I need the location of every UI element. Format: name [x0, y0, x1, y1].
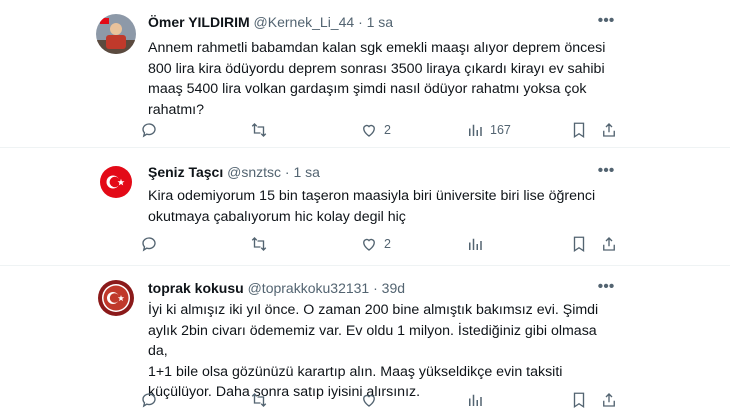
- retweet-icon: [251, 393, 267, 407]
- timestamp[interactable]: 39d: [382, 280, 405, 296]
- tweet-text: Kira odemiyorum 15 bin taşeron maasiyla …: [148, 186, 608, 227]
- bookmark-button[interactable]: [570, 120, 588, 140]
- retweet-button[interactable]: [250, 234, 274, 254]
- author-name[interactable]: toprak kokusu: [148, 280, 244, 296]
- views-count: 167: [490, 123, 511, 137]
- views-button[interactable]: [466, 390, 490, 410]
- like-button[interactable]: 2: [360, 120, 391, 140]
- avatar[interactable]: [96, 278, 136, 318]
- like-button[interactable]: 2: [360, 234, 391, 254]
- author-handle[interactable]: @toprakkoku32131: [248, 280, 370, 296]
- tweet[interactable]: Şeniz Taşcı @snztsc · 1 sa ••• Kira odem…: [0, 148, 730, 266]
- timestamp[interactable]: 1 sa: [367, 14, 393, 30]
- tweet[interactable]: toprak kokusu @toprakkoku32131 · 39d •••…: [0, 266, 730, 420]
- tweet-actions: 2: [140, 234, 615, 254]
- reply-button[interactable]: [140, 390, 164, 410]
- tweet-text: Annem rahmetli babamdan kalan sgk emekli…: [148, 38, 608, 120]
- share-icon: [603, 237, 615, 251]
- retweet-button[interactable]: [250, 390, 274, 410]
- avatar[interactable]: [96, 14, 136, 54]
- tweet-text-line: 800 lira kira ödüyordu deprem sonrası 35…: [148, 60, 605, 77]
- tweet-text: İyi ki almışız iki yıl önce. O zaman 200…: [148, 300, 608, 403]
- bookmark-button[interactable]: [570, 390, 588, 410]
- author-name[interactable]: Ömer YILDIRIM: [148, 14, 250, 30]
- like-count: 2: [384, 237, 391, 251]
- author-name[interactable]: Şeniz Taşcı: [148, 164, 223, 180]
- retweet-button[interactable]: [250, 120, 274, 140]
- tweet-text-line: okutmaya çabalıyorum hic kolay degil hiç: [148, 208, 406, 225]
- avatar[interactable]: [96, 162, 136, 202]
- separator: ·: [284, 164, 290, 180]
- more-icon[interactable]: •••: [596, 11, 616, 31]
- reply-icon: [142, 393, 156, 408]
- like-button[interactable]: [360, 390, 384, 410]
- timestamp[interactable]: 1 sa: [293, 164, 319, 180]
- like-icon: [363, 238, 375, 251]
- reply-button[interactable]: [140, 120, 164, 140]
- more-icon[interactable]: •••: [596, 161, 616, 181]
- tweet-text-line: Kira odemiyorum 15 bin taşeron maasiyla …: [148, 188, 596, 204]
- tweet-text-line: maaş 5400 lira volkan gardaşım şimdi nas…: [148, 81, 587, 97]
- bookmark-button[interactable]: [570, 234, 588, 254]
- views-icon: [469, 394, 482, 406]
- like-icon: [363, 124, 375, 137]
- bookmark-icon: [573, 236, 585, 253]
- separator: ·: [358, 14, 363, 30]
- separator: ·: [373, 280, 378, 296]
- views-icon: [469, 238, 482, 250]
- tweet-text-line: İyi ki almışız iki yıl önce. O zaman 200…: [148, 302, 599, 318]
- tweet-actions: 2 167: [140, 120, 615, 140]
- reply-icon: [142, 123, 156, 138]
- share-icon: [603, 393, 615, 407]
- bookmark-icon: [573, 392, 585, 409]
- tweet-text-line: Annem rahmetli babamdan kalan sgk emekli…: [148, 40, 606, 56]
- share-button[interactable]: [600, 390, 618, 410]
- views-button[interactable]: 167: [466, 120, 511, 140]
- retweet-icon: [251, 123, 267, 137]
- author-handle[interactable]: @snztsc: [227, 164, 281, 180]
- retweet-icon: [251, 237, 267, 251]
- tweet-actions: [140, 390, 615, 410]
- more-icon[interactable]: •••: [596, 277, 616, 297]
- share-button[interactable]: [600, 234, 618, 254]
- views-icon: [469, 124, 482, 136]
- tweet-text-line: aylık 2bin civarı ödememiz var. Ev oldu …: [148, 322, 597, 360]
- reply-icon: [142, 237, 156, 252]
- views-button[interactable]: [466, 234, 490, 254]
- tweet[interactable]: Ömer YILDIRIM @Kernek_Li_44 · 1 sa ••• A…: [0, 0, 730, 148]
- bookmark-icon: [573, 122, 585, 139]
- tweet-text-line: rahatmı?: [148, 101, 204, 118]
- like-count: 2: [384, 123, 391, 137]
- reply-button[interactable]: [140, 234, 164, 254]
- tweet-text-line: 1+1 bile olsa gözünüzü karartıp alın. Ma…: [148, 363, 563, 380]
- share-icon: [603, 123, 615, 137]
- like-icon: [363, 394, 375, 407]
- share-button[interactable]: [600, 120, 618, 140]
- author-handle[interactable]: @Kernek_Li_44: [254, 14, 355, 30]
